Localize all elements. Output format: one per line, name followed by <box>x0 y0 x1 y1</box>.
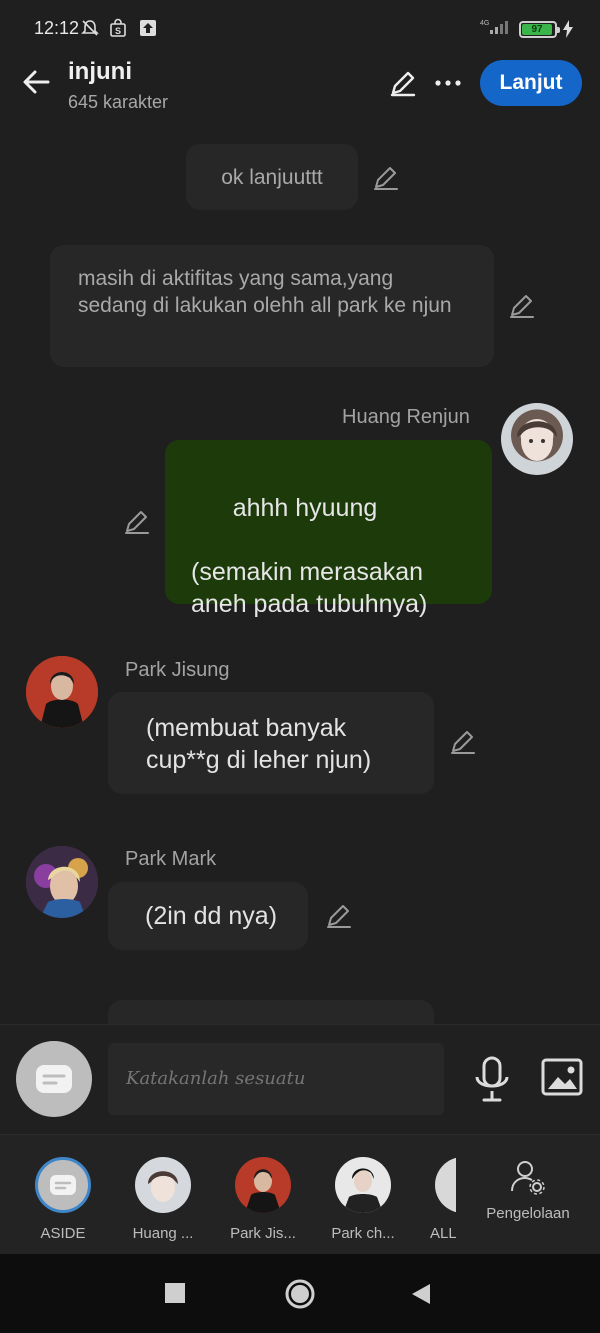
manage-label: Pengelolaan <box>486 1205 570 1222</box>
character-label: ALL <box>430 1225 456 1242</box>
narration-text: ok lanjuuttt <box>221 166 323 189</box>
message-text: (2in dd nya) <box>145 902 278 930</box>
network-indicator: 4G <box>480 20 508 34</box>
character-message-bubble[interactable] <box>108 1000 434 1024</box>
chat-area[interactable]: ok lanjuuttt masih di aktifitas yang sam… <box>0 122 600 1024</box>
next-button[interactable]: Lanjut <box>480 60 582 106</box>
avatar <box>435 1157 456 1213</box>
avatar[interactable] <box>26 846 98 918</box>
character-label: Park ch... <box>331 1225 395 1242</box>
avatar <box>335 1157 391 1213</box>
signal-icon <box>490 21 508 34</box>
edit-pencil-icon[interactable] <box>388 68 418 98</box>
character-count: 645 karakter <box>68 92 169 112</box>
character-aside[interactable]: ASIDE <box>23 1157 103 1242</box>
edit-pencil-icon[interactable] <box>372 164 400 192</box>
system-nav-bar <box>0 1254 600 1333</box>
back-icon[interactable] <box>410 1282 432 1306</box>
character-huang[interactable]: Huang ... <box>123 1157 203 1242</box>
character-message-bubble[interactable]: (2in dd nya) <box>108 882 308 950</box>
narration-bubble[interactable]: masih di aktifitas yang sama,yang sedang… <box>50 245 494 367</box>
aside-toggle-button[interactable] <box>16 1041 92 1117</box>
edit-pencil-icon[interactable] <box>325 902 353 930</box>
avatar <box>135 1157 191 1213</box>
battery-percentage: 97 <box>531 24 543 35</box>
character-park-jisung[interactable]: Park Jis... <box>223 1157 303 1242</box>
message-text: ahhh hyuung (semakin merasakan aneh pada… <box>191 494 428 618</box>
svg-text:S: S <box>115 26 121 36</box>
sender-name: Park Jisung <box>125 659 230 681</box>
more-options-icon[interactable] <box>433 68 463 98</box>
avatar-image <box>26 656 98 728</box>
avatar-image <box>245 1169 281 1213</box>
avatar-image <box>343 1168 383 1213</box>
user-message-bubble[interactable]: ahhh hyuung (semakin merasakan aneh pada… <box>165 440 492 618</box>
avatar-image <box>26 846 98 918</box>
status-bar: 12:12 S 4G 97 <box>0 0 600 56</box>
character-all[interactable]: ALL <box>423 1157 456 1242</box>
character-label: ASIDE <box>40 1225 86 1242</box>
app-header: injuni 645 karakter Lanjut <box>0 56 600 122</box>
user-settings-icon <box>511 1161 545 1195</box>
microphone-icon[interactable] <box>472 1055 512 1103</box>
character-label: Huang ... <box>132 1225 194 1242</box>
status-time: 12:12 <box>34 18 80 38</box>
shopping-bag-icon: S <box>110 18 126 37</box>
charging-icon <box>563 20 573 38</box>
recent-apps-icon[interactable] <box>164 1282 186 1304</box>
chat-bubble-icon <box>50 1175 76 1195</box>
message-composer <box>0 1024 600 1134</box>
upload-icon <box>140 20 156 36</box>
avatar[interactable] <box>501 403 573 475</box>
chat-screen: 12:12 S 4G 97 injuni 645 karakter Lanjut… <box>0 0 600 1333</box>
avatar[interactable] <box>26 656 98 728</box>
bell-off-icon <box>81 20 99 36</box>
character-park-ch[interactable]: Park ch... <box>323 1157 403 1242</box>
avatar <box>235 1157 291 1213</box>
battery-indicator: 97 <box>519 21 560 38</box>
back-arrow-icon[interactable] <box>20 66 52 98</box>
home-icon[interactable] <box>284 1278 316 1310</box>
manage-button[interactable]: Pengelolaan <box>482 1157 574 1222</box>
avatar-image <box>517 421 557 461</box>
avatar-image <box>148 1171 178 1202</box>
character-selector: ASIDE Huang ... Park Jis... Park ch... A… <box>0 1134 600 1254</box>
chat-bubble-icon <box>36 1065 72 1093</box>
edit-pencil-icon[interactable] <box>123 508 151 536</box>
edit-pencil-icon[interactable] <box>449 728 477 756</box>
sender-name: Park Mark <box>125 848 217 870</box>
battery-nub <box>557 27 560 33</box>
story-title: injuni <box>68 58 132 85</box>
message-input[interactable] <box>108 1043 444 1115</box>
avatar <box>35 1157 91 1213</box>
narration-text: masih di aktifitas yang sama,yang sedang… <box>78 267 452 317</box>
edit-pencil-icon[interactable] <box>508 292 536 320</box>
character-message-bubble[interactable]: (membuat banyak cup**g di leher njun) <box>108 692 434 794</box>
image-upload-icon[interactable] <box>540 1057 584 1097</box>
sender-name: Huang Renjun <box>342 406 470 428</box>
narration-bubble[interactable]: ok lanjuuttt <box>186 144 358 210</box>
message-text: (membuat banyak cup**g di leher njun) <box>146 714 372 774</box>
character-label: Park Jis... <box>230 1225 296 1242</box>
